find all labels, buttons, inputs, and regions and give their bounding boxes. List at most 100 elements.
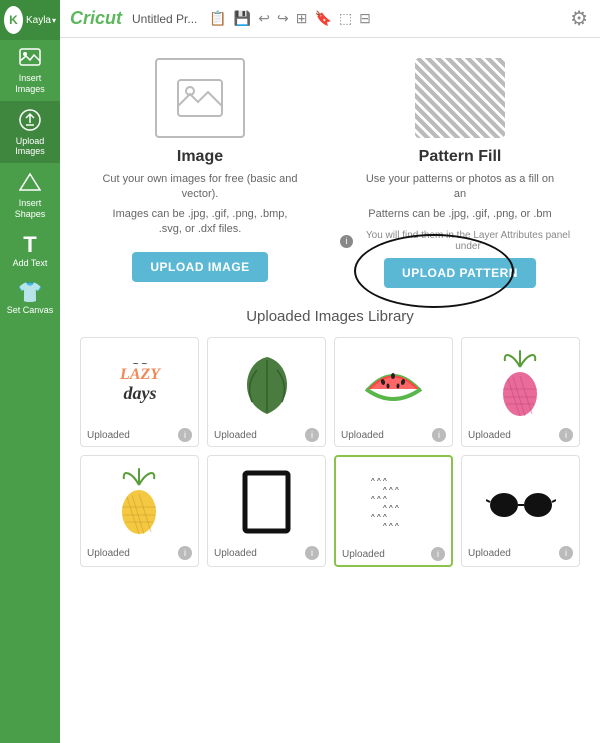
image-thumb-5 xyxy=(85,462,194,542)
insert-shapes-icon xyxy=(19,171,41,196)
image-thumb-7: ^ ^ ^ ^ ^ ^ ^ ^ ^ ^ ^ ^ ^ ^ ^ ^ ^ ^ xyxy=(340,463,447,543)
user-avatar: K xyxy=(4,6,23,34)
project-title: Untitled Pr... xyxy=(132,12,197,26)
info-icon-1[interactable]: i xyxy=(178,428,192,442)
image-card-icon xyxy=(155,58,245,138)
pattern-card-desc1: Use your patterns or photos as a fill on… xyxy=(360,172,560,203)
set-canvas-icon: 👕 xyxy=(18,283,43,303)
svg-text:^ ^ ^: ^ ^ ^ xyxy=(383,504,399,513)
info-icon-2[interactable]: i xyxy=(305,428,319,442)
user-dropdown-icon[interactable]: ▾ xyxy=(52,16,56,25)
bookmark-icon[interactable]: 🔖 xyxy=(312,8,333,29)
image-grid: ~ ~ LAZY days Uploaded i xyxy=(80,337,580,567)
image-label-4: Uploaded xyxy=(468,430,511,441)
image-label-row-4: Uploaded i xyxy=(466,428,575,442)
svg-text:LAZY: LAZY xyxy=(119,366,161,383)
svg-text:^ ^ ^: ^ ^ ^ xyxy=(371,495,387,504)
sidebar-item-add-text[interactable]: T Add Text xyxy=(0,226,60,275)
sidebar-item-label-add-text: Add Text xyxy=(13,258,48,269)
library-title: Uploaded Images Library xyxy=(80,308,580,325)
image-label-row-3: Uploaded i xyxy=(339,428,448,442)
table-row[interactable]: ^ ^ ^ ^ ^ ^ ^ ^ ^ ^ ^ ^ ^ ^ ^ ^ ^ ^ Uplo… xyxy=(334,455,453,567)
image-label-3: Uploaded xyxy=(341,430,384,441)
image-label-row-8: Uploaded i xyxy=(466,546,575,560)
info-icon-3[interactable]: i xyxy=(432,428,446,442)
table-row[interactable]: Uploaded i xyxy=(80,455,199,567)
image-label-6: Uploaded xyxy=(214,548,257,559)
svg-text:^ ^ ^: ^ ^ ^ xyxy=(371,477,387,486)
pattern-card-title: Pattern Fill xyxy=(419,148,502,166)
image-thumb-4 xyxy=(466,344,575,424)
table-row[interactable]: Uploaded i xyxy=(461,337,580,447)
svg-text:days: days xyxy=(123,383,156,403)
image-card-title: Image xyxy=(177,148,223,166)
svg-text:^ ^ ^: ^ ^ ^ xyxy=(371,513,387,522)
table-row[interactable]: Uploaded i xyxy=(461,455,580,567)
upload-image-card: Image Cut your own images for free (basi… xyxy=(80,58,320,288)
svg-text:^ ^ ^: ^ ^ ^ xyxy=(383,522,399,531)
redo-icon[interactable]: ↪ xyxy=(275,8,291,29)
image-card-desc1: Cut your own images for free (basic and … xyxy=(100,172,300,203)
info-icon-6[interactable]: i xyxy=(305,546,319,560)
content-area: Image Cut your own images for free (basi… xyxy=(60,38,600,743)
info-icon-4[interactable]: i xyxy=(559,428,573,442)
pattern-info-icon: i xyxy=(340,235,353,248)
image-label-row-1: Uploaded i xyxy=(85,428,194,442)
image-thumb-6 xyxy=(212,462,321,542)
sidebar-item-insert-images[interactable]: InsertImages xyxy=(0,40,60,101)
image-label-8: Uploaded xyxy=(468,548,511,559)
svg-text:^ ^ ^: ^ ^ ^ xyxy=(383,486,399,495)
image-thumb-8 xyxy=(466,462,575,542)
table-row[interactable]: ~ ~ LAZY days Uploaded i xyxy=(80,337,199,447)
image-thumb-1: ~ ~ LAZY days xyxy=(85,344,194,424)
sidebar: K Kayla ▾ InsertImages UploadImages xyxy=(0,0,60,743)
sidebar-item-label-insert-images: InsertImages xyxy=(15,73,45,95)
copy-icon[interactable]: 📋 xyxy=(207,8,228,29)
table-row[interactable]: Uploaded i xyxy=(207,455,326,567)
image-thumb-2 xyxy=(212,344,321,424)
upload-pattern-btn-wrapper: UPLOAD PATTERN xyxy=(384,252,536,288)
user-name: Kayla xyxy=(26,15,51,26)
layers-icon[interactable]: ⬚ xyxy=(337,8,354,29)
pattern-card-icon xyxy=(415,58,505,138)
sidebar-item-upload-images[interactable]: UploadImages xyxy=(0,101,60,164)
image-label-row-7: Uploaded i xyxy=(340,547,447,561)
align-icon[interactable]: ⊟ xyxy=(357,8,373,29)
grid-icon[interactable]: ⊞ xyxy=(294,8,310,29)
upload-images-icon xyxy=(19,109,41,134)
main-area: Cricut Untitled Pr... 📋 💾 ↩ ↪ ⊞ 🔖 ⬚ ⊟ ⚙ xyxy=(60,0,600,743)
image-label-row-2: Uploaded i xyxy=(212,428,321,442)
sidebar-item-label-insert-shapes: InsertShapes xyxy=(15,198,46,220)
add-text-icon: T xyxy=(23,234,36,256)
image-label-row-5: Uploaded i xyxy=(85,546,194,560)
image-label-1: Uploaded xyxy=(87,430,130,441)
image-thumb-3 xyxy=(339,344,448,424)
sidebar-item-label-upload-images: UploadImages xyxy=(15,136,45,158)
info-icon-8[interactable]: i xyxy=(559,546,573,560)
topbar-icons: 📋 💾 ↩ ↪ ⊞ 🔖 ⬚ ⊟ xyxy=(207,8,372,29)
sidebar-item-set-canvas[interactable]: 👕 Set Canvas xyxy=(0,275,60,322)
topbar: Cricut Untitled Pr... 📋 💾 ↩ ↪ ⊞ 🔖 ⬚ ⊟ ⚙ xyxy=(60,0,600,38)
image-card-desc2: Images can be .jpg, .gif, .png, .bmp, .s… xyxy=(100,207,300,238)
upload-section: Image Cut your own images for free (basi… xyxy=(80,58,580,288)
upload-pattern-card: Pattern Fill Use your patterns or photos… xyxy=(340,58,580,288)
image-label-2: Uploaded xyxy=(214,430,257,441)
insert-images-icon xyxy=(19,48,41,71)
info-icon-7[interactable]: i xyxy=(431,547,445,561)
save-icon[interactable]: 💾 xyxy=(232,8,253,29)
image-label-7: Uploaded xyxy=(342,549,385,560)
upload-pattern-button[interactable]: UPLOAD PATTERN xyxy=(384,258,536,288)
table-row[interactable]: Uploaded i xyxy=(207,337,326,447)
sidebar-item-insert-shapes[interactable]: InsertShapes xyxy=(0,163,60,226)
undo-icon[interactable]: ↩ xyxy=(256,8,272,29)
pattern-info-label: You will find them in the Layer Attribut… xyxy=(356,230,580,252)
pattern-card-desc2: Patterns can be .jpg, .gif, .png, or .bm xyxy=(368,207,551,222)
account-icon[interactable]: ⚙ xyxy=(568,4,590,33)
table-row[interactable]: Uploaded i xyxy=(334,337,453,447)
image-label-row-6: Uploaded i xyxy=(212,546,321,560)
pattern-info-text: i You will find them in the Layer Attrib… xyxy=(340,230,580,252)
upload-image-button[interactable]: UPLOAD IMAGE xyxy=(132,252,267,282)
info-icon-5[interactable]: i xyxy=(178,546,192,560)
cricut-logo: Cricut xyxy=(70,8,122,29)
sidebar-header: K Kayla ▾ xyxy=(0,0,60,40)
